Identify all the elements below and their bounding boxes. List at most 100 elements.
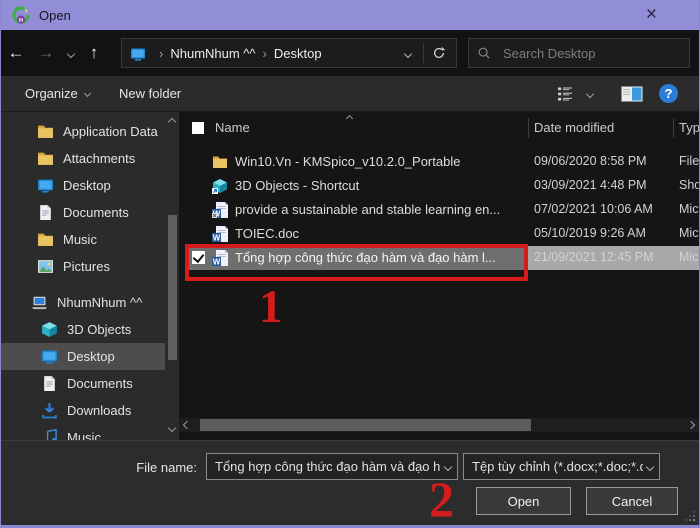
folder-icon	[212, 154, 228, 170]
sidebar-item-label: Pictures	[63, 259, 110, 274]
sidebar-item-music[interactable]: Music	[1, 424, 165, 440]
file-name: 3D Objects - Shortcut	[235, 178, 523, 193]
chevron-down-icon	[84, 90, 91, 97]
chevron-down-icon[interactable]	[444, 462, 452, 470]
chevron-down-icon[interactable]	[646, 462, 654, 470]
search-box[interactable]	[468, 38, 690, 68]
file-type: Sho	[679, 178, 699, 192]
preview-pane-icon[interactable]	[621, 76, 643, 111]
download-icon	[41, 402, 58, 419]
file-list: Name Date modified Typ Win10.Vn - KMSpic…	[179, 112, 699, 440]
breadcrumb-item-desktop[interactable]: Desktop	[274, 46, 322, 61]
open-button[interactable]: Open	[476, 487, 571, 515]
new-folder-label: New folder	[119, 86, 181, 101]
column-divider[interactable]	[673, 118, 674, 138]
annotation-box-selected-file	[185, 244, 528, 281]
scroll-left-icon[interactable]	[183, 421, 191, 429]
file-name: provide a sustainable and stable learnin…	[235, 202, 523, 217]
title-bar: H Open ×	[1, 0, 699, 30]
up-button[interactable]: ↑	[81, 43, 107, 63]
file-row[interactable]: W TOIEC.doc 05/10/2019 9:26 AM Mic	[179, 222, 699, 246]
file-type-value: Tệp tùy chỉnh (*.docx;*.doc;*.do	[472, 459, 643, 474]
file-type: Mic	[679, 202, 698, 216]
sidebar-item-label: Music	[67, 430, 101, 440]
sidebar-scroll-thumb[interactable]	[168, 215, 177, 360]
help-icon: ?	[659, 84, 678, 103]
breadcrumb[interactable]: › NhumNhum ^^ › Desktop	[121, 38, 457, 68]
file-row[interactable]: W provide a sustainable and stable learn…	[179, 198, 699, 222]
back-button[interactable]: ←	[1, 43, 31, 63]
sidebar-item-documents[interactable]: Documents	[1, 370, 165, 397]
divider	[423, 43, 424, 63]
resize-grip[interactable]	[683, 509, 695, 521]
scroll-up-icon[interactable]	[168, 118, 176, 126]
music-icon	[41, 429, 58, 440]
picture-icon	[37, 258, 54, 275]
folder-icon	[37, 231, 54, 248]
file-date-modified: 21/09/2021 12:45 PM	[534, 250, 654, 264]
sidebar-item-music[interactable]: Music	[1, 226, 165, 253]
app-icon: H	[11, 5, 31, 25]
breadcrumb-separator: ›	[263, 46, 267, 61]
sidebar-item-attachments[interactable]: Attachments	[1, 145, 165, 172]
scroll-right-icon[interactable]	[687, 421, 695, 429]
forward-button[interactable]: →	[31, 43, 61, 63]
cube-shortcut-icon	[212, 178, 228, 194]
desktop-icon	[130, 46, 146, 60]
navigation-bar: ← → ↑ › NhumNhum ^^ › Desktop	[1, 30, 699, 76]
sidebar-scrollbar[interactable]	[165, 112, 179, 440]
views-dropdown-icon[interactable]	[587, 76, 593, 111]
horizontal-scroll-thumb[interactable]	[200, 419, 531, 431]
column-divider[interactable]	[528, 118, 529, 138]
list-header: Name Date modified Typ	[179, 112, 699, 142]
select-all-checkbox[interactable]	[192, 122, 204, 134]
sidebar-item-desktop[interactable]: Desktop	[1, 172, 165, 199]
document-icon	[37, 204, 54, 221]
new-folder-button[interactable]: New folder	[119, 76, 181, 111]
breadcrumb-separator: ›	[159, 46, 163, 61]
sidebar-item-documents[interactable]: Documents	[1, 199, 165, 226]
sidebar-item-3d-objects[interactable]: 3D Objects	[1, 316, 165, 343]
sidebar-item-label: Downloads	[67, 403, 131, 418]
sidebar-item-desktop[interactable]: Desktop	[1, 343, 165, 370]
search-icon	[477, 46, 491, 60]
column-header-type[interactable]: Typ	[679, 120, 699, 135]
sidebar-item-nhumnhum-[interactable]: NhumNhum ^^	[1, 289, 165, 316]
file-row[interactable]: Win10.Vn - KMSpico_v10.2.0_Portable 09/0…	[179, 150, 699, 174]
file-name-combobox[interactable]: Tổng hợp công thức đạo hàm và đạo h	[206, 453, 458, 480]
sidebar-item-label: Documents	[63, 205, 129, 220]
address-dropdown-icon[interactable]	[395, 44, 421, 62]
sidebar-item-pictures[interactable]: Pictures	[1, 253, 165, 280]
help-button[interactable]: ?	[659, 76, 678, 111]
refresh-icon[interactable]	[426, 46, 452, 60]
sidebar-item-downloads[interactable]: Downloads	[1, 397, 165, 424]
horizontal-scrollbar[interactable]	[179, 418, 699, 432]
search-input[interactable]	[501, 45, 681, 62]
svg-text:H: H	[19, 18, 23, 24]
details-view-icon[interactable]	[557, 76, 577, 111]
window-title: Open	[39, 8, 71, 23]
file-type: Mic	[679, 250, 698, 264]
file-row[interactable]: 3D Objects - Shortcut 03/09/2021 4:48 PM…	[179, 174, 699, 198]
file-type-combobox[interactable]: Tệp tùy chỉnh (*.docx;*.doc;*.do	[463, 453, 660, 480]
annotation-step-1: 1	[259, 284, 283, 331]
close-icon[interactable]: ×	[646, 3, 657, 27]
folder-icon	[37, 123, 54, 140]
file-date-modified: 09/06/2020 8:58 PM	[534, 154, 647, 168]
folder-icon	[37, 150, 54, 167]
file-name-label: File name:	[97, 460, 197, 475]
sidebar-item-label: NhumNhum ^^	[57, 295, 142, 310]
scroll-down-icon[interactable]	[168, 424, 176, 432]
column-header-name[interactable]: Name	[215, 120, 250, 135]
file-date-modified: 07/02/2021 10:06 AM	[534, 202, 653, 216]
file-name: Win10.Vn - KMSpico_v10.2.0_Portable	[235, 154, 523, 169]
svg-text:W: W	[213, 233, 221, 242]
organize-button[interactable]: Organize	[25, 76, 90, 111]
column-header-date-modified[interactable]: Date modified	[534, 120, 614, 135]
document-icon	[41, 375, 58, 392]
sidebar-item-application-data[interactable]: Application Data	[1, 118, 165, 145]
history-dropdown-icon[interactable]	[61, 44, 81, 62]
cancel-button[interactable]: Cancel	[586, 487, 678, 515]
file-name-value: Tổng hợp công thức đạo hàm và đạo h	[215, 459, 441, 474]
breadcrumb-item-user[interactable]: NhumNhum ^^	[170, 46, 255, 61]
